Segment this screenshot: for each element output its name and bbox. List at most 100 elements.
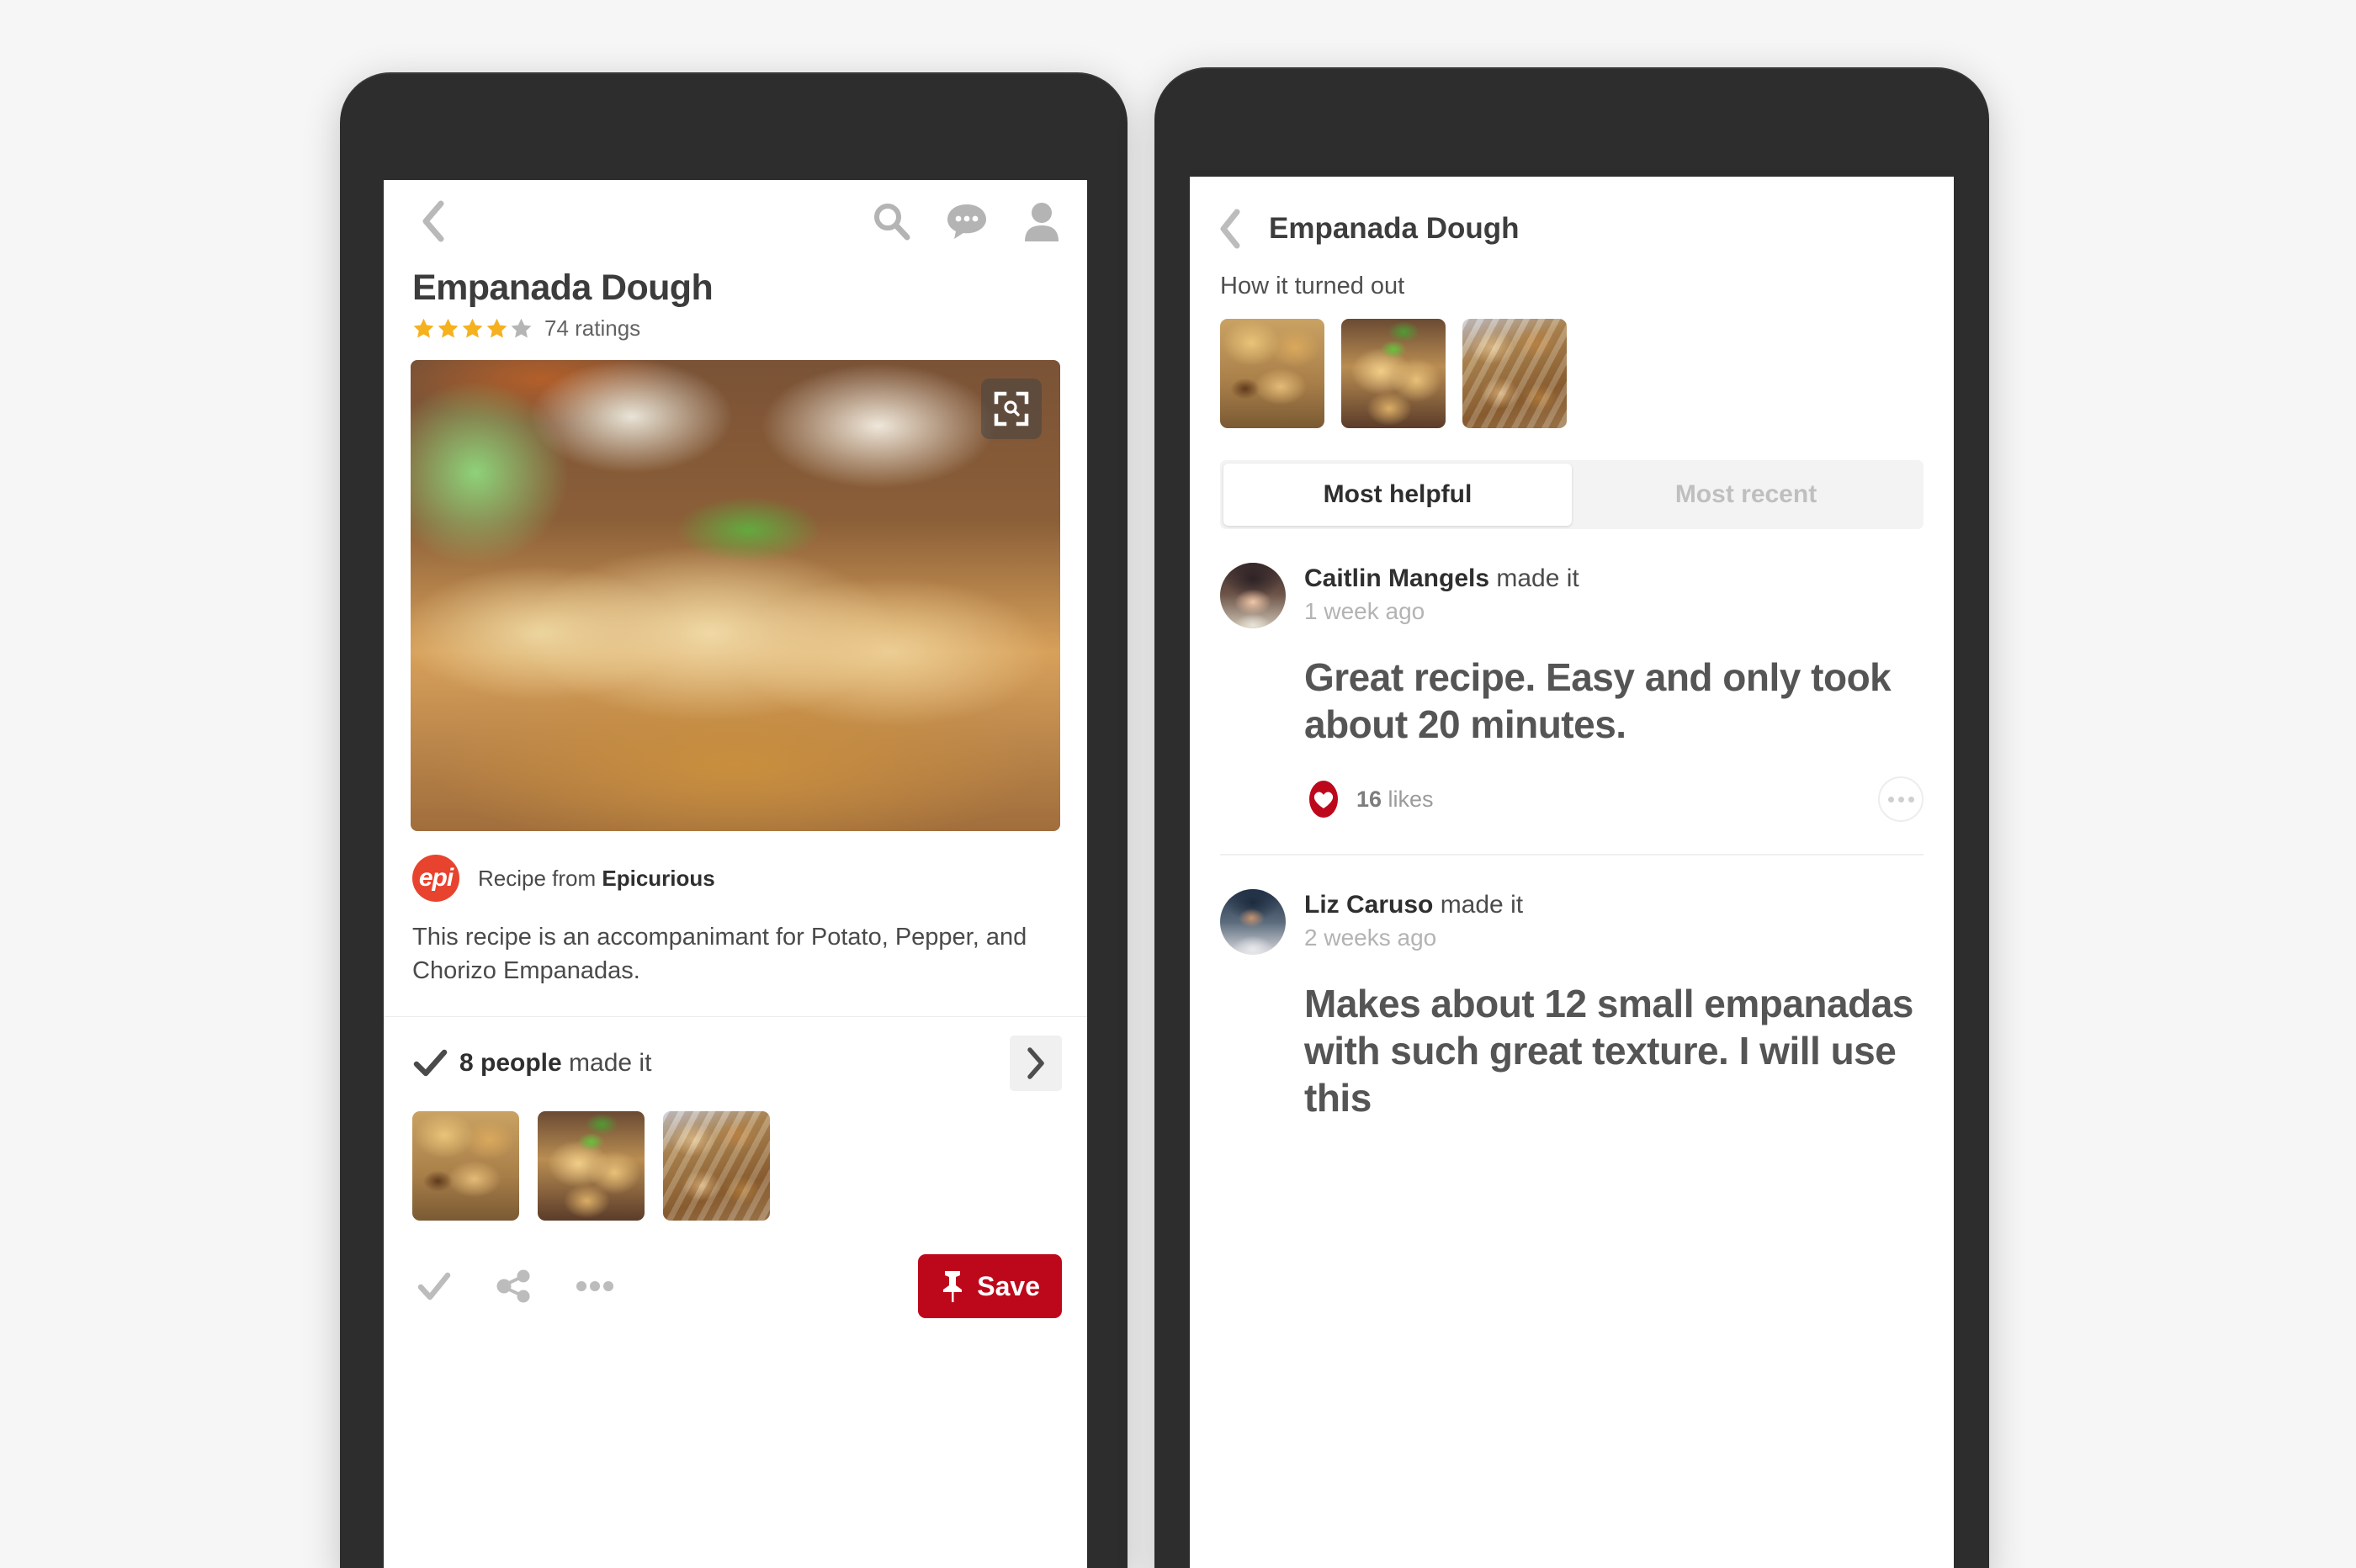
- pin-icon: [943, 1271, 963, 1303]
- chevron-left-icon: [422, 200, 444, 242]
- phone-screen-left: Empanada Dough 74 ratings epi Recipe fro…: [384, 180, 1087, 1568]
- section-label-how-it-turned-out: How it turned out: [1220, 273, 1405, 299]
- hero-photo: [411, 360, 1060, 831]
- star-icon-filled-1: [413, 318, 434, 338]
- speech-bubble-icon: [947, 204, 986, 239]
- thumbnail-photo-3: [663, 1111, 770, 1221]
- star-icon-filled-2: [438, 318, 459, 338]
- review-author-block: Liz Caruso made it 2 weeks ago: [1304, 889, 1523, 951]
- review-header: Liz Caruso made it 2 weeks ago: [1220, 889, 1924, 956]
- review-footer: 16 likes: [1220, 776, 1924, 823]
- tried-it-button[interactable]: [416, 1268, 453, 1305]
- thumbnail-item[interactable]: [538, 1111, 645, 1221]
- source-name: Epicurious: [602, 865, 715, 891]
- review-author-name: Liz Caruso: [1304, 891, 1434, 919]
- review-more-button[interactable]: [1878, 776, 1924, 823]
- star-rating[interactable]: [412, 317, 533, 340]
- chevron-right-icon: [1027, 1047, 1044, 1079]
- page-title: Empanada Dough: [1269, 212, 1520, 245]
- left-top-bar: [384, 180, 1087, 262]
- review-sort-tabs: Most helpful Most recent: [1220, 460, 1924, 529]
- thumbnail-photo-2: [1341, 319, 1446, 428]
- chevron-left-icon: [1220, 209, 1240, 249]
- right-top-bar: Empanada Dough: [1190, 177, 1954, 257]
- review-action: made it: [1433, 891, 1524, 919]
- phone-device-right: Empanada Dough How it turned out Most he…: [1154, 67, 1989, 1568]
- review-item: Liz Caruso made it 2 weeks ago Makes abo…: [1190, 856, 1954, 1121]
- review-author-name: Caitlin Mangels: [1304, 564, 1490, 592]
- star-icon-filled-3: [462, 318, 483, 338]
- left-top-bar-actions: [872, 201, 1060, 241]
- review-timestamp: 1 week ago: [1304, 598, 1425, 624]
- phone-device-left: Empanada Dough 74 ratings epi Recipe fro…: [340, 72, 1128, 1568]
- recipe-description: This recipe is an accompanimant for Pota…: [412, 924, 1027, 985]
- recipe-source-label: Recipe from Epicurious: [478, 866, 715, 892]
- thumbnail-item[interactable]: [1462, 319, 1567, 428]
- avatar-photo: [1220, 563, 1286, 628]
- made-it-count: 8 people: [459, 1049, 562, 1078]
- left-bottom-action-bar: Save: [384, 1221, 1087, 1319]
- profile-button[interactable]: [1023, 201, 1060, 241]
- avatar[interactable]: [1220, 889, 1286, 956]
- ellipsis-dot: [1887, 796, 1894, 803]
- expand-zoom-icon: [994, 391, 1029, 426]
- share-button[interactable]: [495, 1267, 533, 1306]
- avatar[interactable]: [1220, 563, 1286, 628]
- page-title: Empanada Dough: [412, 268, 714, 308]
- more-options-button[interactable]: [576, 1279, 614, 1293]
- likes-count: 16: [1356, 786, 1382, 812]
- made-it-row[interactable]: 8 people made it: [384, 1017, 1087, 1092]
- save-button[interactable]: Save: [918, 1254, 1062, 1319]
- review-author-line: Liz Caruso made it: [1304, 889, 1523, 919]
- recipe-source-row[interactable]: epi Recipe from Epicurious: [384, 831, 1087, 902]
- recipe-title-block: Empanada Dough 74 ratings: [384, 262, 1087, 342]
- search-icon: [874, 204, 910, 241]
- review-item: Caitlin Mangels made it 1 week ago Great…: [1190, 529, 1954, 856]
- made-it-thumbnail-strip: [384, 1091, 1087, 1221]
- heart-icon: [1309, 781, 1338, 818]
- share-icon: [496, 1269, 530, 1303]
- thumbnail-photo-2: [538, 1111, 645, 1221]
- recipe-hero-image[interactable]: [411, 360, 1060, 831]
- check-icon: [413, 1049, 448, 1077]
- ellipsis-icon: [576, 1281, 613, 1292]
- thumbnail-item[interactable]: [1341, 319, 1446, 428]
- ratings-count-label: 74 ratings: [544, 315, 641, 341]
- epicurious-logo: epi: [412, 855, 459, 902]
- avatar-photo: [1220, 889, 1286, 956]
- review-body-text: Great recipe. Easy and only took about 2…: [1304, 655, 1892, 747]
- review-body-text: Makes about 12 small empanadas with such…: [1304, 982, 1913, 1120]
- made-it-chevron-button[interactable]: [1010, 1036, 1062, 1092]
- thumbnail-photo-1: [1220, 319, 1324, 428]
- bottom-icon-group: [416, 1267, 614, 1306]
- rating-row[interactable]: 74 ratings: [412, 315, 1059, 342]
- thumbnail-item[interactable]: [412, 1111, 519, 1221]
- search-button[interactable]: [872, 202, 910, 241]
- like-button[interactable]: [1304, 780, 1343, 818]
- ellipsis-dot: [1908, 796, 1914, 803]
- back-button[interactable]: [1218, 209, 1242, 249]
- check-icon: [417, 1272, 451, 1300]
- tab-most-recent[interactable]: Most recent: [1572, 464, 1920, 526]
- review-timestamp: 2 weeks ago: [1304, 924, 1437, 951]
- star-icon-filled-4: [486, 318, 507, 338]
- screenshot-stage: Empanada Dough 74 ratings epi Recipe fro…: [0, 0, 2356, 1568]
- expand-image-button[interactable]: [981, 379, 1042, 439]
- ellipsis-dot: [1897, 796, 1904, 803]
- messages-button[interactable]: [946, 202, 988, 241]
- likes-label: 16 likes: [1356, 787, 1434, 813]
- made-it-label: 8 people made it: [459, 1049, 651, 1078]
- review-author-block: Caitlin Mangels made it 1 week ago: [1304, 563, 1579, 625]
- made-it-suffix: made it: [561, 1049, 652, 1078]
- thumbnail-photo-3: [1462, 319, 1567, 428]
- tab-most-helpful[interactable]: Most helpful: [1223, 464, 1572, 526]
- save-button-label: Save: [977, 1270, 1040, 1301]
- review-header: Caitlin Mangels made it 1 week ago: [1220, 563, 1924, 628]
- star-icon-empty-5: [511, 318, 532, 338]
- review-author-line: Caitlin Mangels made it: [1304, 563, 1579, 593]
- likes-suffix: likes: [1382, 786, 1434, 812]
- thumbnail-item[interactable]: [663, 1111, 770, 1221]
- thumbnail-photo-1: [412, 1111, 519, 1221]
- back-button[interactable]: [411, 199, 456, 244]
- thumbnail-item[interactable]: [1220, 319, 1324, 428]
